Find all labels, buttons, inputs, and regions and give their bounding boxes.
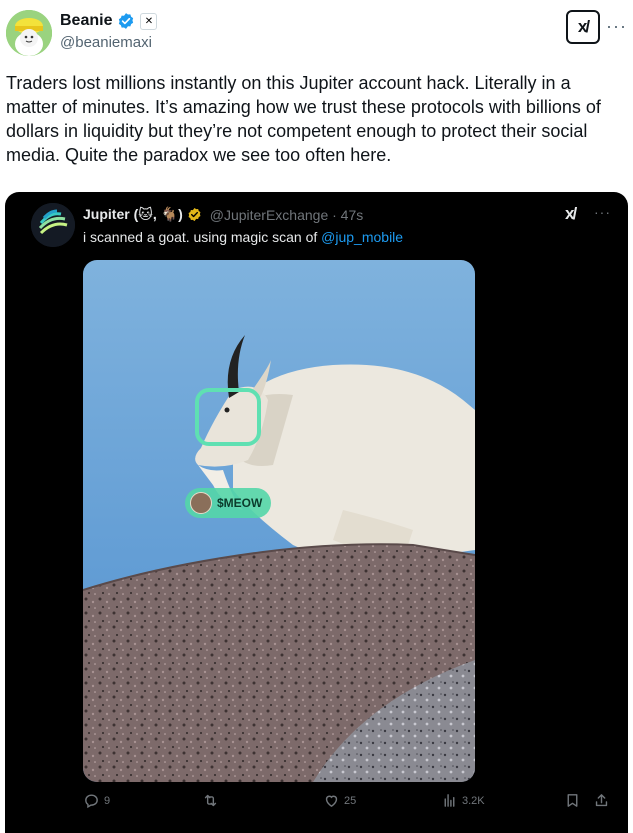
verified-gold-badge-icon <box>188 207 201 222</box>
quoted-name-sep: , <box>152 206 161 222</box>
quoted-author-name[interactable]: Jupiter (🐱, 🐐) <box>83 206 183 223</box>
retweet-button[interactable] <box>202 792 219 809</box>
quoted-grok-icon[interactable]: x/ <box>565 204 577 224</box>
share-icon <box>595 794 608 807</box>
verified-badge-icon <box>119 13 134 29</box>
token-avatar-icon <box>190 492 212 514</box>
reply-count: 9 <box>104 794 111 807</box>
share-button[interactable] <box>593 792 610 809</box>
quoted-text-body: i scanned a goat. using magic scan of <box>83 229 322 245</box>
like-icon <box>325 795 338 808</box>
more-icon[interactable]: ··· <box>606 16 627 37</box>
quoted-text: i scanned a goat. using magic scan of @j… <box>83 229 403 245</box>
like-button[interactable]: 25 <box>323 792 356 809</box>
bookmark-button[interactable] <box>564 792 581 809</box>
author-name[interactable]: Beanie <box>60 12 112 30</box>
like-count: 25 <box>344 794 357 807</box>
affiliation-badge[interactable]: ✕ <box>140 12 158 30</box>
views-icon <box>444 794 455 807</box>
quoted-name-end: ) <box>178 206 183 222</box>
views-count: 3.2K <box>462 794 485 807</box>
mention-link[interactable]: @jup_mobile <box>321 229 403 245</box>
goat-on-rock-photo <box>83 260 475 782</box>
quoted-post[interactable]: Jupiter (🐱, 🐐) @JupiterExchange · 47s i … <box>5 192 628 833</box>
goat-emoji-icon: 🐐 <box>160 206 179 222</box>
quoted-action-bar: 9 25 3.2K <box>5 792 628 818</box>
reply-button[interactable]: 9 <box>83 792 110 809</box>
token-tag[interactable]: $MEOW <box>185 488 271 518</box>
cat-emoji-icon: 🐱 <box>138 206 153 222</box>
author-name-row: Beanie ✕ <box>60 12 158 30</box>
token-label: $MEOW <box>217 496 263 510</box>
reply-icon <box>85 794 98 809</box>
views-button[interactable]: 3.2K <box>441 792 485 809</box>
post-header: Beanie ✕ @beaniemaxi x/ ··· <box>6 8 627 58</box>
quoted-author-avatar[interactable] <box>31 203 75 247</box>
quoted-handle-time[interactable]: @JupiterExchange · 47s <box>210 207 364 223</box>
author-handle[interactable]: @beaniemaxi <box>60 34 152 51</box>
post-text: Traders lost millions instantly on this … <box>6 73 601 165</box>
bookmark-icon <box>567 794 578 807</box>
author-avatar[interactable] <box>6 10 52 56</box>
quoted-author-row: Jupiter (🐱, 🐐) @JupiterExchange · 47s <box>83 206 363 223</box>
quoted-name-part: Jupiter ( <box>83 206 139 222</box>
post-media-image[interactable]: $MEOW <box>83 260 475 782</box>
quoted-more-icon[interactable]: ··· <box>594 204 611 220</box>
scan-frame <box>195 388 261 446</box>
retweet-icon <box>204 794 217 807</box>
grok-button[interactable]: x/ <box>566 10 600 44</box>
